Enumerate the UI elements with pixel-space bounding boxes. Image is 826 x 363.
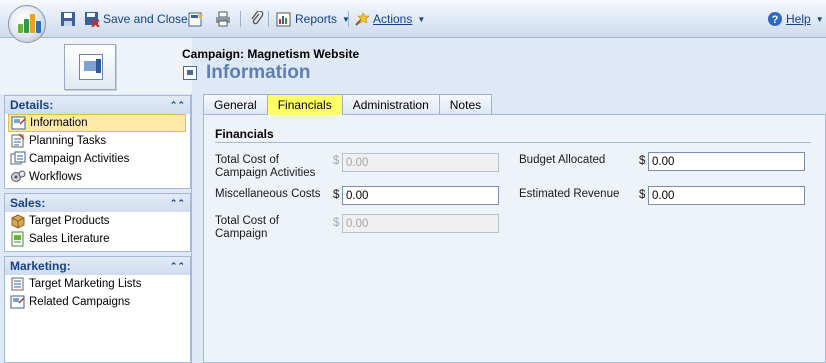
record-title: Campaign: Magnetism Website (182, 47, 360, 61)
nav-item-label: Campaign Activities (29, 153, 130, 165)
form-icon (183, 66, 197, 80)
nav-item-label: Workflows (29, 171, 82, 183)
toolbar-divider (348, 11, 349, 27)
nav-section-title: Sales: (10, 196, 46, 210)
nav-item-label: Planning Tasks (29, 135, 107, 147)
budget-allocated-label: Budget Allocated (519, 154, 606, 166)
chevron-down-icon: ▼ (417, 14, 426, 24)
total-cost-activities-field (342, 153, 499, 172)
crm-logo[interactable] (8, 5, 46, 43)
actions-label: Actions (373, 12, 413, 26)
reports-icon (276, 11, 292, 27)
nav-section-header[interactable]: Marketing: ⌃⌃ (5, 257, 190, 275)
nav-item-label: Target Products (29, 215, 110, 227)
nav-item-related-campaigns[interactable]: Related Campaigns (5, 293, 190, 311)
total-cost-campaign-field (342, 214, 499, 233)
save-and-close-icon (84, 11, 100, 28)
collapse-icon[interactable]: ⌃⌃ (170, 261, 185, 272)
form-title: Information (206, 62, 311, 83)
currency-symbol: $ (639, 189, 646, 201)
nav-section-header[interactable]: Details: ⌃⌃ (5, 96, 190, 114)
total-cost-activities-label: Total Cost of Campaign Activities (215, 154, 316, 179)
tab-general[interactable]: General (203, 94, 268, 115)
save-and-close-button[interactable]: Save and Close (84, 11, 188, 28)
nav-section-marketing: Marketing: ⌃⌃ Target Marketing Lists Rel… (4, 256, 191, 363)
misc-costs-field[interactable] (342, 186, 499, 205)
estimated-revenue-label: Estimated Revenue (519, 188, 620, 200)
nav-item-workflows[interactable]: Workflows (5, 168, 190, 186)
nav-section-header[interactable]: Sales: ⌃⌃ (5, 194, 190, 212)
misc-costs-label: Miscellaneous Costs (215, 188, 321, 200)
section-divider (215, 142, 811, 143)
total-cost-campaign-label: Total Cost of Campaign (215, 215, 279, 240)
attach-icon[interactable] (249, 10, 265, 27)
chevron-down-icon: ▼ (815, 14, 824, 24)
left-navigation: Details: ⌃⌃ Information Planning Tasks C… (0, 94, 192, 363)
estimated-revenue-field[interactable] (648, 186, 805, 205)
nav-item-label: Target Marketing Lists (29, 278, 142, 290)
nav-section-sales: Sales: ⌃⌃ Target Products Sales Literatu… (4, 193, 191, 252)
tab-financials[interactable]: Financials (266, 94, 343, 115)
nav-item-label: Related Campaigns (29, 296, 131, 308)
help-menu[interactable]: ? Help ▼ (767, 11, 824, 27)
campaign-entity-icon (64, 44, 116, 90)
currency-symbol: $ (333, 155, 340, 167)
target-products-icon (10, 213, 26, 229)
actions-icon (354, 11, 370, 27)
collapse-icon[interactable]: ⌃⌃ (170, 198, 185, 209)
nav-item-label: Sales Literature (29, 233, 110, 245)
collapse-icon[interactable]: ⌃⌃ (170, 100, 185, 111)
currency-symbol: $ (639, 155, 646, 167)
form-area: General Financials Administration Notes … (201, 94, 826, 363)
save-and-new-icon[interactable] (188, 11, 204, 27)
svg-text:?: ? (772, 14, 779, 26)
reports-menu[interactable]: Reports ▼ (276, 11, 350, 27)
nav-item-target-products[interactable]: Target Products (5, 212, 190, 230)
marketing-lists-icon (10, 276, 26, 292)
nav-section-title: Marketing: (10, 259, 71, 273)
currency-symbol: $ (333, 217, 340, 229)
financials-panel: Financials Total Cost of Campaign Activi… (203, 114, 826, 363)
budget-allocated-field[interactable] (648, 152, 805, 171)
planning-tasks-icon (10, 133, 26, 149)
command-toolbar: Save and Close Reports ▼ Actions ▼ ? Hel… (0, 0, 826, 38)
toolbar-divider (240, 11, 241, 27)
toolbar-divider (268, 11, 269, 27)
help-icon: ? (767, 11, 783, 27)
campaign-activities-icon (10, 151, 26, 167)
nav-item-information[interactable]: Information (8, 114, 186, 132)
nav-section-title: Details: (10, 98, 54, 112)
actions-menu[interactable]: Actions ▼ (354, 11, 425, 27)
sales-literature-icon (10, 231, 26, 247)
currency-symbol: $ (333, 189, 340, 201)
save-and-close-label: Save and Close (103, 12, 188, 26)
nav-item-label: Information (30, 117, 88, 129)
workflows-icon (10, 169, 26, 185)
print-icon[interactable] (215, 11, 231, 27)
nav-item-sales-literature[interactable]: Sales Literature (5, 230, 190, 248)
nav-item-campaign-activities[interactable]: Campaign Activities (5, 150, 190, 168)
tab-notes[interactable]: Notes (438, 94, 493, 115)
section-title: Financials (215, 127, 274, 141)
help-label: Help (786, 12, 811, 26)
nav-item-target-marketing-lists[interactable]: Target Marketing Lists (5, 275, 190, 293)
reports-label: Reports (295, 12, 338, 26)
save-icon[interactable] (60, 11, 76, 27)
related-campaigns-icon (10, 294, 26, 310)
nav-section-details: Details: ⌃⌃ Information Planning Tasks C… (4, 95, 191, 189)
information-icon (11, 115, 27, 131)
form-tabs: General Financials Administration Notes (203, 94, 493, 115)
nav-item-planning-tasks[interactable]: Planning Tasks (5, 132, 190, 150)
tab-administration[interactable]: Administration (341, 94, 440, 115)
